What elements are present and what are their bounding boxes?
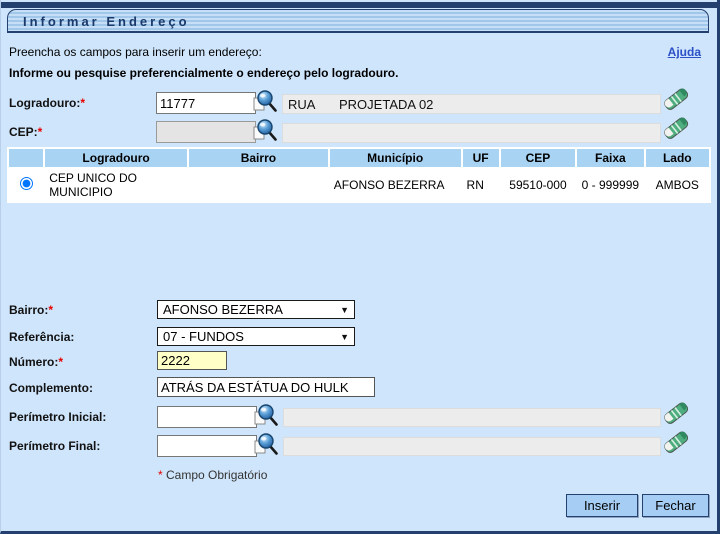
- window-top-border: [1, 2, 717, 8]
- perimetro-inicial-input[interactable]: [157, 406, 257, 428]
- bairro-label: Bairro:*: [9, 303, 53, 317]
- cep-clear-icon[interactable]: [663, 116, 691, 142]
- complemento-label: Complemento:: [9, 381, 93, 395]
- numero-input[interactable]: [157, 351, 227, 370]
- cell-bairro: [189, 169, 328, 201]
- cep-row-radio[interactable]: [20, 177, 33, 190]
- perimetro-final-input[interactable]: [157, 435, 257, 457]
- complemento-input[interactable]: [157, 377, 375, 397]
- dialog-title: Informar Endereço: [23, 14, 190, 29]
- table-header-row: Logradouro Bairro Município UF CEP Faixa…: [9, 149, 709, 167]
- bairro-select[interactable]: AFONSO BEZERRA ▼: [157, 300, 355, 319]
- intro-text: Preencha os campos para inserir um ender…: [9, 45, 262, 59]
- col-faixa: Faixa: [577, 149, 643, 167]
- numero-label: Número:*: [9, 355, 63, 369]
- col-uf: UF: [463, 149, 499, 167]
- referencia-select[interactable]: 07 - FUNDOS ▼: [157, 327, 355, 346]
- radio-column-header: [9, 149, 43, 167]
- logradouro-descricao-field: RUA PROJETADA 02: [282, 94, 661, 114]
- cell-logradouro: CEP UNICO DO MUNICIPIO: [45, 169, 187, 201]
- referencia-label: Referência:: [9, 330, 74, 344]
- col-bairro: Bairro: [189, 149, 328, 167]
- informar-endereco-dialog: Informar Endereço Preencha os campos par…: [0, 0, 720, 534]
- logradouro-nome-value: PROJETADA 02: [339, 97, 433, 112]
- cep-search-icon[interactable]: [253, 118, 277, 142]
- logradouro-tipo-value: RUA: [283, 97, 339, 112]
- perimetro-inicial-clear-icon[interactable]: [663, 401, 691, 427]
- cell-lado: AMBOS: [646, 169, 709, 201]
- logradouro-search-icon[interactable]: [253, 89, 277, 113]
- col-lado: Lado: [646, 149, 709, 167]
- perimetro-final-label: Perímetro Final:: [9, 439, 100, 453]
- required-footnote: * Campo Obrigatório: [158, 468, 267, 482]
- title-bar: Informar Endereço: [7, 9, 709, 33]
- perimetro-inicial-descricao-field: [283, 408, 661, 427]
- chevron-down-icon: ▼: [340, 305, 349, 315]
- logradouro-clear-icon[interactable]: [663, 87, 691, 113]
- cell-cep: 59510-000: [501, 169, 575, 201]
- inserir-button[interactable]: Inserir: [566, 494, 638, 517]
- perimetro-inicial-label: Perímetro Inicial:: [9, 410, 106, 424]
- ajuda-link[interactable]: Ajuda: [668, 45, 701, 59]
- fechar-button[interactable]: Fechar: [642, 494, 709, 517]
- referencia-selected-value: 07 - FUNDOS: [163, 329, 244, 344]
- col-logradouro: Logradouro: [45, 149, 187, 167]
- cep-input: [156, 121, 256, 143]
- cell-uf: RN: [463, 169, 499, 201]
- perimetro-final-clear-icon[interactable]: [663, 430, 691, 456]
- col-municipio: Município: [330, 149, 461, 167]
- logradouro-code-input[interactable]: [156, 92, 256, 114]
- cep-label: CEP:*: [9, 125, 42, 139]
- table-row: CEP UNICO DO MUNICIPIO AFONSO BEZERRA RN…: [9, 169, 709, 201]
- cell-municipio: AFONSO BEZERRA: [330, 169, 461, 201]
- chevron-down-icon: ▼: [340, 332, 349, 342]
- instruction-text: Informe ou pesquise preferencialmente o …: [9, 66, 398, 80]
- logradouro-label: Logradouro:*: [9, 96, 85, 110]
- perimetro-inicial-search-icon[interactable]: [254, 403, 278, 427]
- col-cep: CEP: [501, 149, 575, 167]
- cep-results-table: Logradouro Bairro Município UF CEP Faixa…: [7, 147, 711, 203]
- cep-descricao-field: [282, 123, 661, 143]
- cell-faixa: 0 - 999999: [577, 169, 643, 201]
- perimetro-final-search-icon[interactable]: [254, 432, 278, 456]
- perimetro-final-descricao-field: [283, 437, 661, 456]
- bairro-selected-value: AFONSO BEZERRA: [163, 302, 283, 317]
